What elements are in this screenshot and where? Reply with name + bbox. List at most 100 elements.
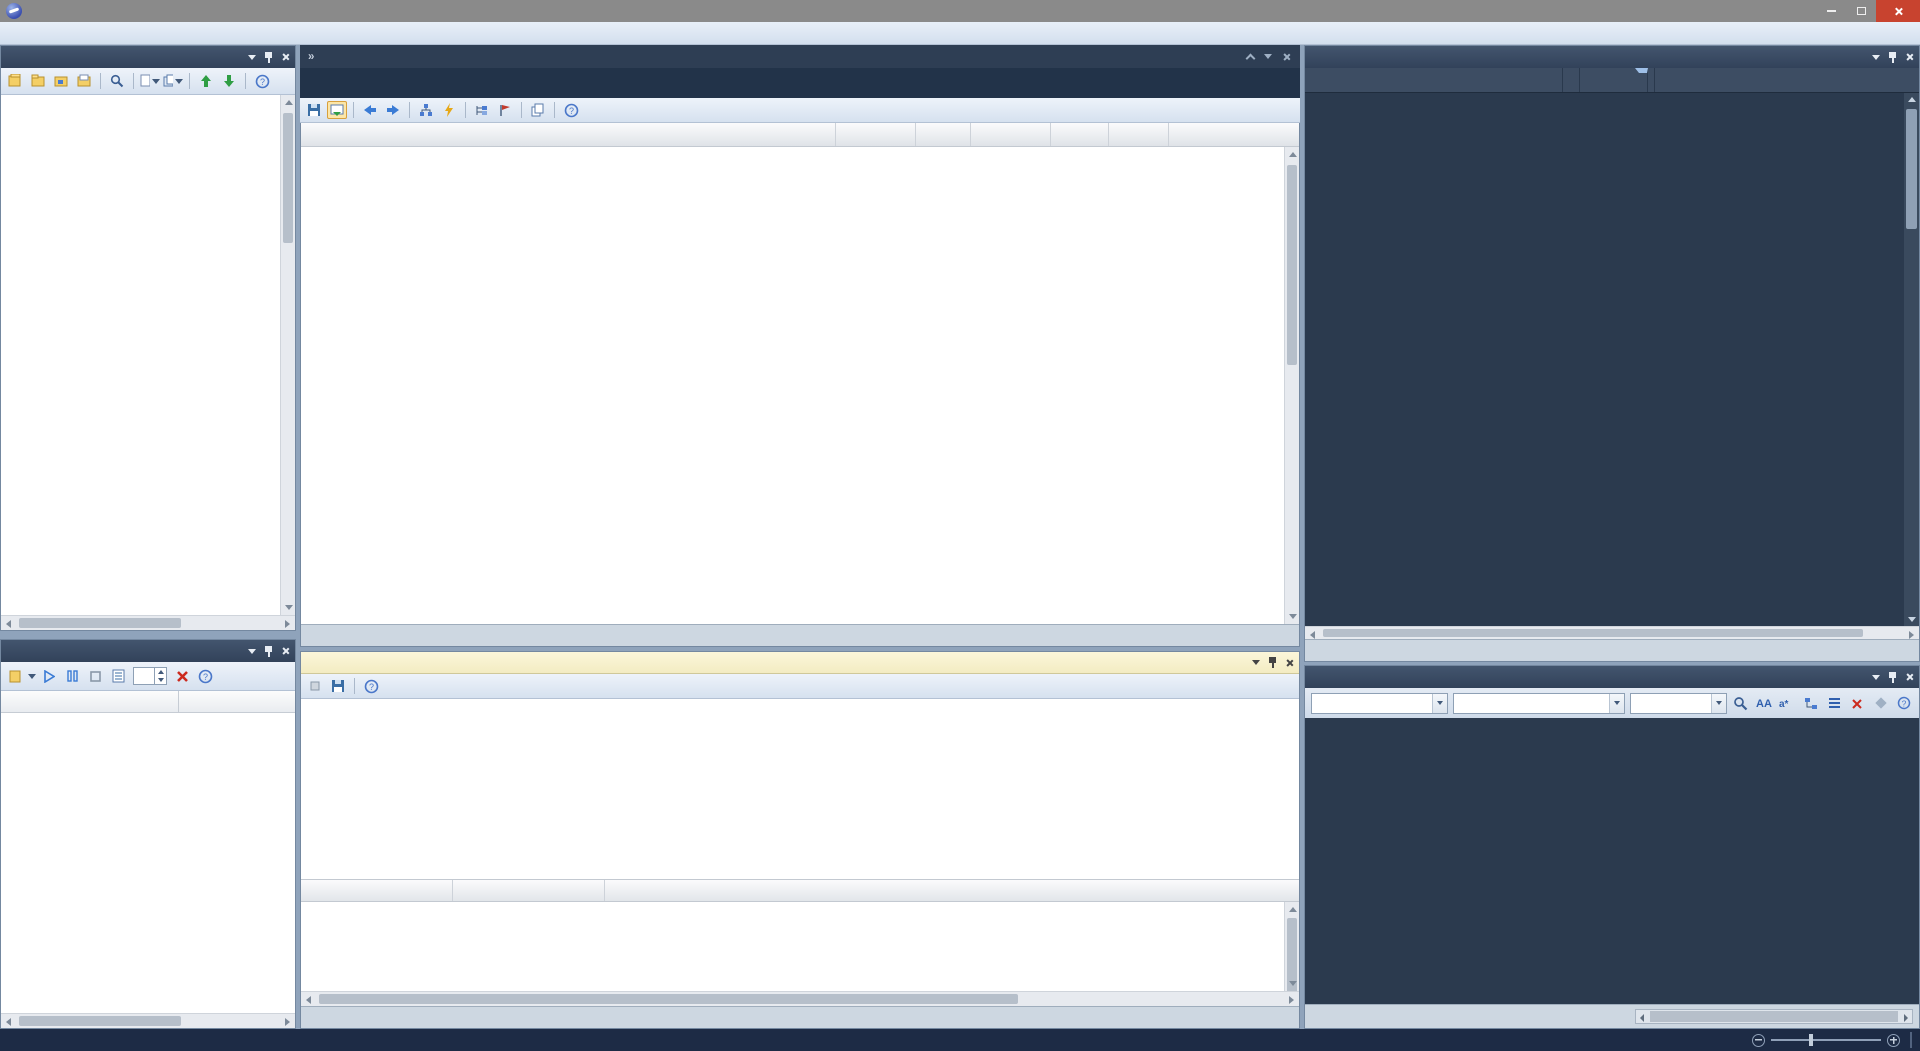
report-icon[interactable] (108, 667, 128, 685)
close-icon[interactable] (281, 53, 289, 61)
new-profile-icon[interactable] (5, 667, 25, 685)
keyboard-indicators (1910, 1032, 1912, 1048)
chevron-right-icon[interactable]: » (308, 51, 312, 63)
panel-menu-icon[interactable] (248, 55, 256, 60)
close-icon[interactable] (1905, 53, 1913, 61)
list-results-icon[interactable] (1825, 694, 1843, 712)
report-hscrollbar[interactable] (1305, 626, 1919, 639)
match-case-icon[interactable]: AA (1755, 694, 1773, 712)
col-hits-pct[interactable] (1051, 123, 1109, 146)
sitemap-icon[interactable] (416, 101, 436, 119)
edit-icon[interactable] (140, 72, 160, 90)
help-icon[interactable]: ? (1895, 694, 1913, 712)
search-term-combo[interactable] (1453, 693, 1625, 714)
close-icon[interactable] (1282, 53, 1290, 61)
search-path-combo[interactable] (1311, 693, 1448, 714)
flag-icon[interactable] (495, 101, 515, 119)
whole-word-icon[interactable]: a* (1778, 694, 1796, 712)
panel-menu-icon[interactable] (1252, 660, 1260, 665)
find-results (1305, 718, 1919, 1004)
document-header-bar: » (300, 45, 1300, 68)
app-logo-icon[interactable] (6, 3, 22, 19)
forward-icon[interactable] (383, 101, 403, 119)
search-icon[interactable] (107, 72, 127, 90)
col-lineno[interactable] (301, 880, 453, 901)
help-icon[interactable]: ? (561, 101, 581, 119)
window-list-icon[interactable] (1264, 54, 1272, 59)
pin-icon[interactable] (1888, 52, 1897, 63)
minimize-button[interactable] (1816, 0, 1846, 22)
col-call-stack[interactable] (301, 123, 836, 146)
pin-icon[interactable] (1888, 672, 1897, 683)
panel-menu-icon[interactable] (1872, 675, 1880, 680)
panel-menu-icon[interactable] (1872, 55, 1880, 60)
find-hscrollbar[interactable] (1635, 1009, 1913, 1024)
maximize-button[interactable] (1846, 0, 1876, 22)
stop-small-icon[interactable] (305, 677, 325, 695)
collapse-icon[interactable] (1246, 53, 1256, 63)
call-stack-panel (300, 123, 1300, 647)
item-column-header[interactable] (1, 691, 179, 712)
col-inclusive-hits-pct[interactable] (971, 123, 1051, 146)
report-tabstrip (1305, 639, 1919, 661)
options-icon[interactable] (1871, 694, 1889, 712)
col-hits[interactable] (916, 123, 971, 146)
function-panel-titlebar (301, 652, 1299, 674)
profiler-window-icon[interactable] (327, 101, 347, 119)
call-stack-vscrollbar[interactable] (1284, 147, 1299, 624)
zoom-in-icon[interactable] (1887, 1034, 1900, 1047)
help-icon[interactable]: ? (252, 72, 272, 90)
help-icon[interactable]: ? (195, 667, 215, 685)
project-tree-vscrollbar[interactable] (280, 95, 295, 615)
views-icon[interactable] (163, 72, 183, 90)
zoom-out-icon[interactable] (1752, 1034, 1765, 1047)
col-inclusive-hits[interactable] (836, 123, 916, 146)
col-occurrences[interactable] (1655, 68, 1919, 92)
lightning-icon[interactable] (439, 101, 459, 119)
tree-view-icon[interactable] (472, 101, 492, 119)
col-code-hits[interactable] (453, 880, 605, 901)
pin-icon[interactable] (1268, 657, 1277, 668)
new-diagram-icon[interactable] (51, 72, 71, 90)
code-vscrollbar[interactable] (1284, 902, 1299, 991)
new-element-icon[interactable] (74, 72, 94, 90)
col-depth[interactable] (1109, 123, 1169, 146)
zoom-slider[interactable] (1771, 1039, 1881, 1041)
discard-icon[interactable] (172, 667, 192, 685)
col-inclusive-hits[interactable] (1563, 68, 1655, 92)
panel-menu-icon[interactable] (248, 649, 256, 654)
profiler-hscrollbar[interactable] (1, 1013, 295, 1028)
move-up-icon[interactable] (196, 72, 216, 90)
report-vscrollbar[interactable] (1904, 93, 1919, 626)
col-name[interactable] (1305, 68, 1563, 92)
project-tree-hscrollbar[interactable] (1, 615, 295, 630)
new-model-icon[interactable] (5, 72, 25, 90)
close-button[interactable] (1876, 0, 1920, 22)
save-icon[interactable] (328, 677, 348, 695)
new-profile-dropdown-icon[interactable] (28, 674, 36, 679)
file-filter-combo[interactable] (1630, 693, 1726, 714)
pause-icon[interactable] (62, 667, 82, 685)
close-icon[interactable] (1285, 659, 1293, 667)
code-hscrollbar[interactable] (301, 991, 1299, 1006)
pin-icon[interactable] (264, 52, 273, 63)
help-icon[interactable]: ? (361, 677, 381, 695)
sampling-interval-spinner[interactable] (133, 667, 167, 685)
tree-results-icon[interactable] (1802, 694, 1820, 712)
save-icon[interactable] (304, 101, 324, 119)
back-icon[interactable] (360, 101, 380, 119)
profiler-column-header[interactable] (1, 691, 295, 713)
run-search-icon[interactable] (1732, 694, 1750, 712)
close-icon[interactable] (1905, 673, 1913, 681)
move-down-icon[interactable] (219, 72, 239, 90)
call-stack-column-header (301, 123, 1299, 147)
new-package-icon[interactable] (28, 72, 48, 90)
stop-icon[interactable] (85, 667, 105, 685)
clear-results-icon[interactable] (1848, 694, 1866, 712)
close-icon[interactable] (281, 647, 289, 655)
copy-icon[interactable] (528, 101, 548, 119)
pin-icon[interactable] (264, 646, 273, 657)
col-code[interactable] (605, 880, 1299, 901)
start-icon[interactable] (39, 667, 59, 685)
app-window: ? (0, 0, 1920, 1051)
